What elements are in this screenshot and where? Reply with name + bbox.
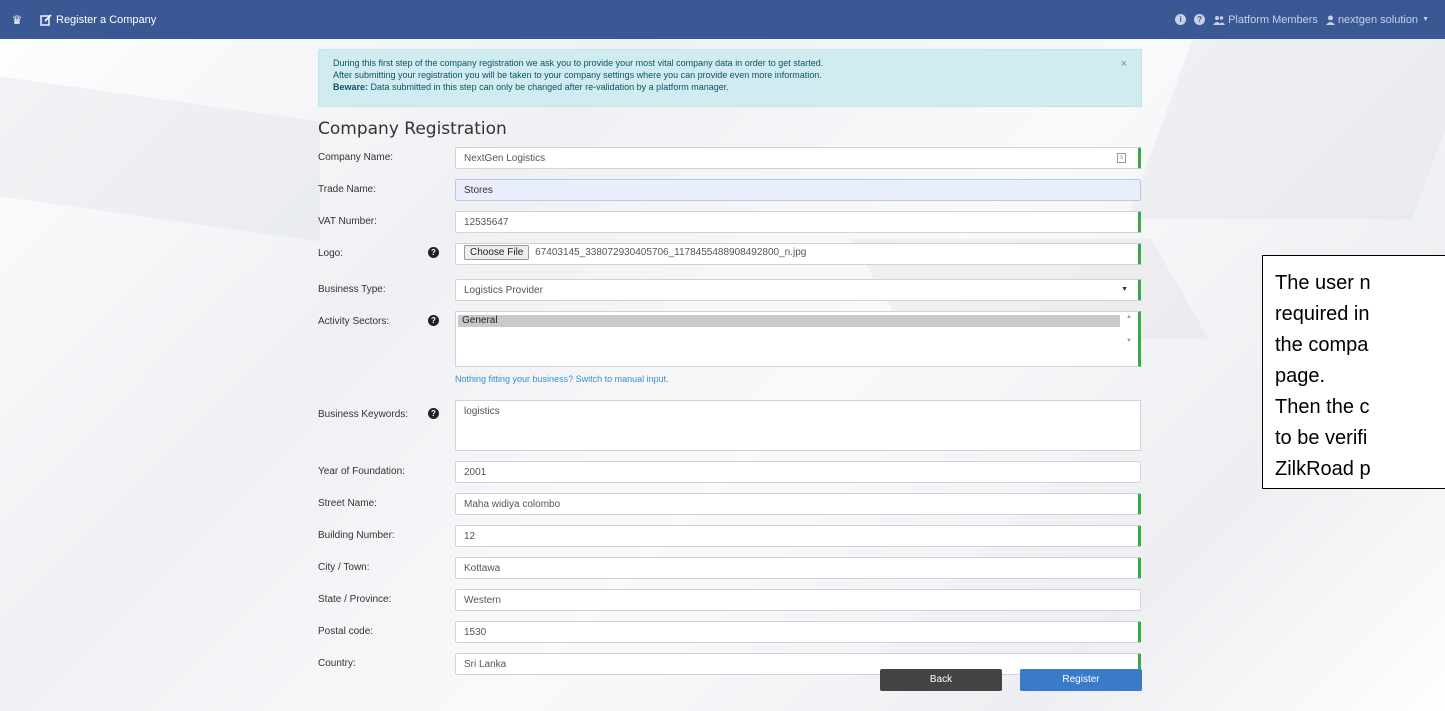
postal-label: Postal code: (318, 626, 374, 637)
info-icon[interactable]: i (1175, 14, 1187, 25)
city-input[interactable]: Kottawa (455, 557, 1141, 579)
alert-line-3-text: Data submitted in this step can only be … (368, 82, 729, 92)
state-input[interactable]: Western (455, 589, 1141, 611)
business-type-label: Business Type: (318, 284, 386, 295)
activity-sector-option[interactable]: General (458, 315, 1120, 327)
year-value: 2001 (464, 467, 487, 478)
edit-icon (40, 13, 52, 26)
alert-line-1: During this first step of the company re… (333, 58, 824, 68)
page-title: Company Registration (318, 119, 507, 139)
country-value: Sri Lanka (464, 659, 507, 670)
logo-label: Logo: (318, 248, 344, 259)
register-company-link[interactable]: Register a Company (40, 14, 156, 26)
user-menu[interactable]: nextgen solution ▼ (1325, 13, 1429, 26)
business-keywords-row: Business Keywords: ? logistics (318, 400, 1144, 451)
street-row: Street Name: Maha widiya colombo (318, 493, 1144, 515)
trade-name-input[interactable]: Stores (455, 179, 1141, 201)
logo-icon[interactable]: ♛ (10, 13, 24, 27)
annotation-note: The user n required in the compa page. T… (1262, 255, 1445, 489)
logo-row: Logo: ? Choose File 67403145_33807293040… (318, 243, 1144, 265)
caret-down-icon: ▼ (1422, 16, 1429, 23)
postal-input[interactable]: 1530 (455, 621, 1141, 643)
country-label: Country: (318, 658, 356, 669)
logo-file-input[interactable]: Choose File 67403145_338072930405706_117… (455, 243, 1141, 265)
state-label: State / Province: (318, 594, 392, 605)
back-button[interactable]: Back (880, 669, 1002, 691)
street-value: Maha widiya colombo (464, 499, 561, 510)
platform-members-link[interactable]: Platform Members (1213, 14, 1318, 26)
users-icon (1213, 15, 1226, 25)
trade-name-row: Trade Name: Stores (318, 179, 1144, 201)
business-keywords-label: Business Keywords: (318, 409, 409, 420)
info-alert: During this first step of the company re… (318, 49, 1142, 107)
help-icon[interactable]: ? (428, 408, 439, 419)
company-name-row: Company Name: NextGen Logistics ≡ (318, 147, 1144, 169)
building-value: 12 (464, 531, 476, 542)
help-icon[interactable]: ? (1194, 14, 1206, 25)
user-icon (1325, 15, 1335, 25)
register-button[interactable]: Register (1020, 669, 1142, 691)
city-row: City / Town: Kottawa (318, 557, 1144, 579)
state-value: Western (464, 595, 502, 606)
business-keywords-value: logistics (464, 406, 500, 417)
activity-sectors-label: Activity Sectors: (318, 316, 390, 327)
help-icon[interactable]: ? (428, 247, 439, 258)
building-label: Building Number: (318, 530, 395, 541)
autofill-icon: ≡ (1117, 153, 1126, 163)
year-label: Year of Foundation: (318, 466, 405, 477)
trade-name-label: Trade Name: (318, 184, 376, 195)
state-row: State / Province: Western (318, 589, 1144, 611)
year-input[interactable]: 2001 (455, 461, 1141, 483)
platform-members-label: Platform Members (1228, 13, 1318, 26)
manual-input-link[interactable]: Nothing fitting your business? Switch to… (455, 374, 669, 384)
year-row: Year of Foundation: 2001 (318, 461, 1144, 483)
city-value: Kottawa (464, 563, 501, 574)
company-name-label: Company Name: (318, 152, 394, 163)
company-name-input[interactable]: NextGen Logistics ≡ (455, 147, 1141, 169)
business-type-row: Business Type: Logistics Provider ▼ (318, 279, 1144, 301)
help-icon[interactable]: ? (428, 315, 439, 326)
activity-sectors-select[interactable]: General ▲ ▼ (455, 311, 1141, 367)
close-icon[interactable]: × (1121, 58, 1127, 70)
city-label: City / Town: (318, 562, 370, 573)
business-keywords-textarea[interactable]: logistics (455, 400, 1141, 451)
vat-number-input[interactable]: 12535647 (455, 211, 1141, 233)
building-row: Building Number: 12 (318, 525, 1144, 547)
postal-row: Postal code: 1530 (318, 621, 1144, 643)
company-name-value: NextGen Logistics (464, 153, 546, 164)
alert-beware: Beware: (333, 82, 369, 92)
user-name: nextgen solution (1337, 13, 1419, 26)
business-type-value: Logistics Provider (464, 285, 543, 296)
street-label: Street Name: (318, 498, 377, 509)
chevron-down-icon: ▼ (1121, 286, 1128, 293)
choose-file-button[interactable]: Choose File (464, 245, 530, 260)
alert-line-2: After submitting your registration you w… (333, 70, 822, 80)
vat-number-label: VAT Number: (318, 216, 377, 227)
alert-line-3: Beware: Data submitted in this step can … (333, 81, 1127, 93)
activity-sectors-row: Activity Sectors: ? General ▲ ▼ (318, 311, 1144, 367)
vat-number-value: 12535647 (464, 217, 509, 228)
street-input[interactable]: Maha widiya colombo (455, 493, 1141, 515)
building-input[interactable]: 12 (455, 525, 1141, 547)
register-company-label: Register a Company (56, 13, 157, 26)
top-navbar: ♛ Register a Company i ? Platform Member… (0, 0, 1445, 39)
vat-number-row: VAT Number: 12535647 (318, 211, 1144, 233)
business-type-select[interactable]: Logistics Provider ▼ (455, 279, 1141, 301)
scrollbar[interactable]: ▲ ▼ (1126, 314, 1136, 364)
trade-name-value: Stores (464, 185, 493, 196)
postal-value: 1530 (464, 627, 487, 638)
logo-file-name: 67403145_338072930405706_117845548890849… (535, 247, 807, 258)
